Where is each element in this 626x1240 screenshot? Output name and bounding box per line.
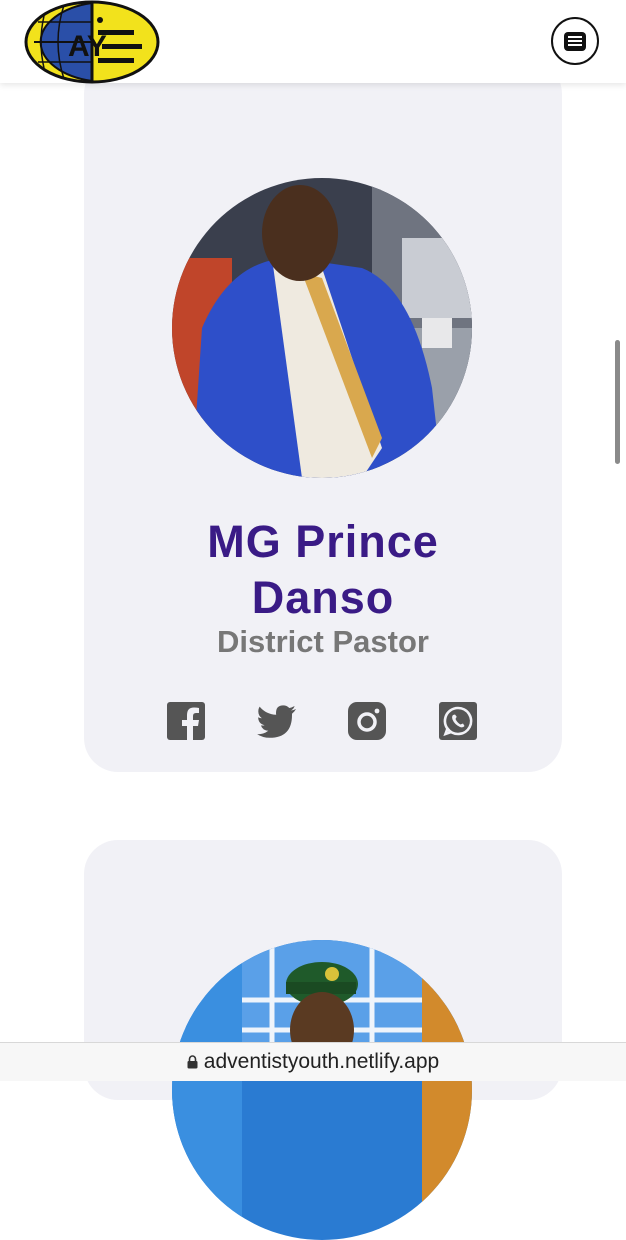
profile-role: District Pastor bbox=[217, 624, 429, 659]
lock-icon bbox=[187, 1055, 198, 1069]
profile-photo bbox=[172, 178, 472, 478]
profile-name-line-2: Danso bbox=[251, 572, 395, 623]
hamburger-menu-icon bbox=[564, 31, 586, 51]
social-links bbox=[166, 701, 478, 741]
browser-url-bar[interactable]: adventistyouth.netlify.app bbox=[0, 1042, 626, 1081]
profile-name: MG Prince Danso bbox=[84, 514, 562, 626]
profile-card: MG Prince Danso District Pastor bbox=[84, 60, 562, 772]
facebook-icon[interactable] bbox=[166, 701, 206, 741]
profile-photo bbox=[172, 940, 472, 1240]
twitter-icon[interactable] bbox=[256, 701, 297, 741]
url-text: adventistyouth.netlify.app bbox=[203, 1050, 440, 1073]
logo-text: AY bbox=[68, 30, 107, 63]
menu-button[interactable] bbox=[551, 17, 599, 65]
site-header: AY bbox=[0, 0, 626, 84]
instagram-icon[interactable] bbox=[347, 701, 387, 741]
profile-name-line-1: MG Prince bbox=[207, 516, 439, 567]
whatsapp-icon[interactable] bbox=[438, 701, 478, 741]
adventist-youth-logo[interactable]: AY bbox=[24, 0, 160, 84]
scrollbar[interactable] bbox=[615, 340, 620, 464]
